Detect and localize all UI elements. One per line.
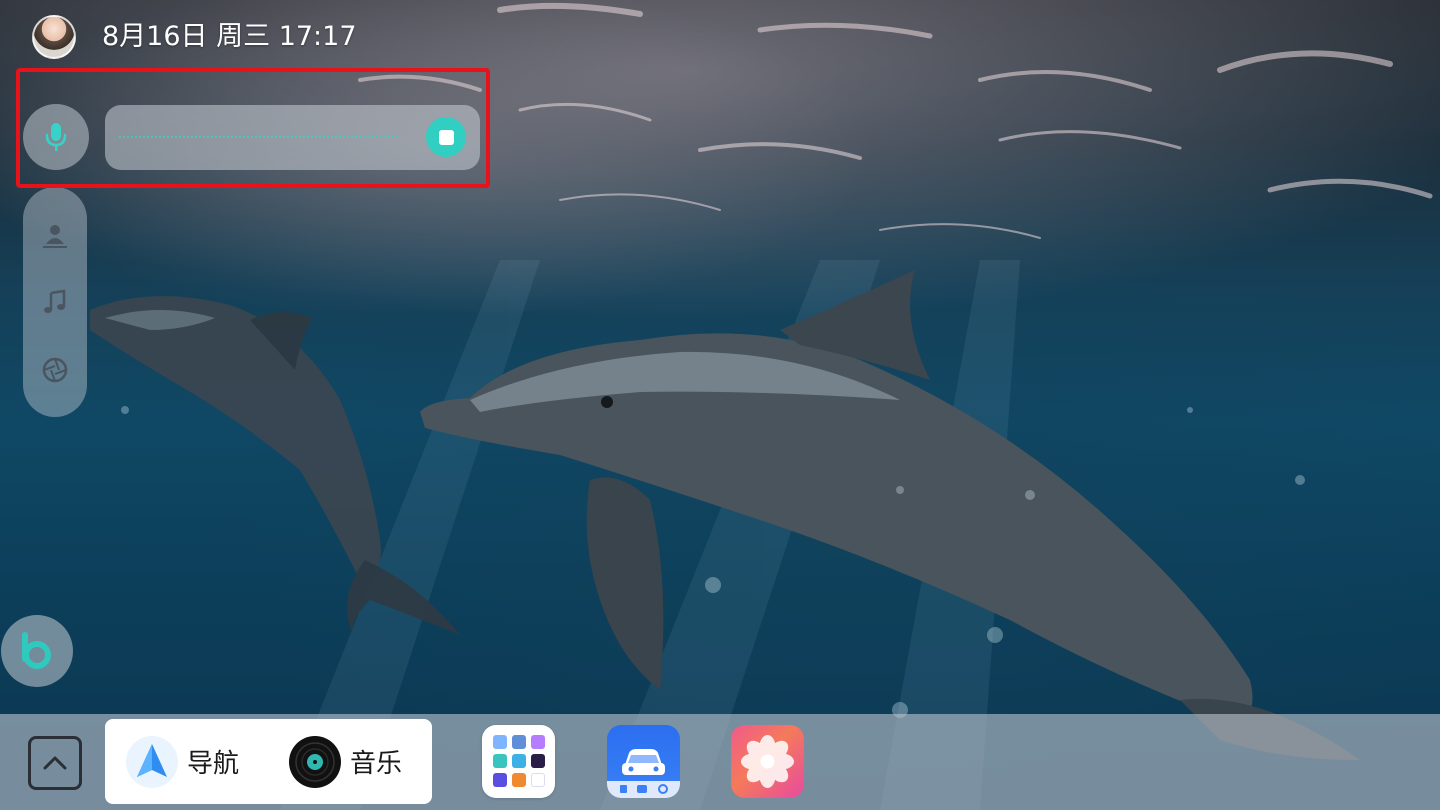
- waveform-dot: [171, 136, 173, 138]
- waveform-dot: [363, 136, 365, 138]
- waveform-dot: [279, 136, 281, 138]
- flower-icon: [741, 735, 794, 788]
- navigation-icon: [126, 735, 178, 788]
- waveform-dot: [195, 136, 197, 138]
- waveform-dot: [331, 136, 333, 138]
- waveform-dot: [259, 136, 261, 138]
- location-person-icon[interactable]: [41, 221, 69, 249]
- waveform-dot: [139, 136, 141, 138]
- waveform-dot: [379, 136, 381, 138]
- waveform-dot: [223, 136, 225, 138]
- waveform-dot: [143, 136, 145, 138]
- microphone-icon: [45, 123, 67, 151]
- waveform-dot: [207, 136, 209, 138]
- waveform-dot: [303, 136, 305, 138]
- waveform-dot: [375, 136, 377, 138]
- waveform-dot: [311, 136, 313, 138]
- waveform-dot: [319, 136, 321, 138]
- waveform-dot: [335, 136, 337, 138]
- voice-waveform: [119, 135, 399, 139]
- waveform-dot: [179, 136, 181, 138]
- waveform-dot: [187, 136, 189, 138]
- waveform-dot: [327, 136, 329, 138]
- waveform-dot: [355, 136, 357, 138]
- waveform-dot: [255, 136, 257, 138]
- waveform-dot: [211, 136, 213, 138]
- waveform-dot: [359, 136, 361, 138]
- waveform-dot: [131, 136, 133, 138]
- waveform-dot: [395, 136, 397, 138]
- waveform-dot: [155, 136, 157, 138]
- stop-icon: [438, 129, 454, 145]
- waveform-dot: [383, 136, 385, 138]
- waveform-dot: [235, 136, 237, 138]
- waveform-dot: [167, 136, 169, 138]
- waveform-dot: [323, 136, 325, 138]
- waveform-dot: [247, 136, 249, 138]
- waveform-dot: [295, 136, 297, 138]
- navigation-shortcut[interactable]: 导航: [125, 719, 239, 804]
- gallery-flower-icon[interactable]: [731, 725, 804, 798]
- waveform-dot: [219, 136, 221, 138]
- waveform-dot: [135, 136, 137, 138]
- waveform-dot: [183, 136, 185, 138]
- shortcut-card: 导航 音乐: [105, 719, 432, 804]
- side-shortcut-rail: [23, 187, 87, 417]
- waveform-dot: [347, 136, 349, 138]
- waveform-dot: [287, 136, 289, 138]
- waveform-dot: [239, 136, 241, 138]
- waveform-dot: [119, 136, 121, 138]
- waveform-dot: [351, 136, 353, 138]
- voice-input-bar: [105, 105, 480, 170]
- user-avatar[interactable]: [32, 15, 76, 59]
- waveform-dot: [127, 136, 129, 138]
- waveform-dot: [203, 136, 205, 138]
- waveform-dot: [147, 136, 149, 138]
- waveform-dot: [159, 136, 161, 138]
- waveform-dot: [299, 136, 301, 138]
- app-grid-icon[interactable]: [482, 725, 555, 798]
- car-icon: [607, 749, 680, 798]
- waveform-dot: [367, 136, 369, 138]
- camera-shutter-icon[interactable]: [41, 356, 69, 384]
- music-disc-icon: [289, 735, 341, 788]
- waveform-dot: [339, 136, 341, 138]
- waveform-dot: [123, 136, 125, 138]
- waveform-dot: [275, 136, 277, 138]
- waveform-dot: [243, 136, 245, 138]
- waveform-dot: [271, 136, 273, 138]
- navigation-label: 导航: [187, 749, 240, 779]
- assistant-b-icon: [22, 632, 51, 669]
- waveform-dot: [191, 136, 193, 138]
- stop-button[interactable]: [426, 117, 466, 157]
- waveform-dot: [391, 136, 393, 138]
- waveform-dot: [231, 136, 233, 138]
- waveform-dot: [163, 136, 165, 138]
- microphone-button[interactable]: [23, 104, 89, 170]
- waveform-dot: [151, 136, 153, 138]
- chevron-up-icon: [43, 756, 67, 770]
- music-shortcut[interactable]: 音乐: [288, 719, 402, 804]
- car-control-icon[interactable]: [607, 725, 680, 798]
- waveform-dot: [343, 136, 345, 138]
- home-screen: 8月16日 周三 17:17 导航 音乐: [0, 0, 1440, 810]
- waveform-dot: [387, 136, 389, 138]
- waveform-dot: [175, 136, 177, 138]
- waveform-dot: [371, 136, 373, 138]
- music-label: 音乐: [350, 749, 403, 779]
- waveform-dot: [199, 136, 201, 138]
- waveform-dot: [283, 136, 285, 138]
- assistant-button[interactable]: [1, 615, 73, 687]
- waveform-dot: [315, 136, 317, 138]
- waveform-dot: [307, 136, 309, 138]
- waveform-dot: [215, 136, 217, 138]
- waveform-dot: [267, 136, 269, 138]
- waveform-dot: [251, 136, 253, 138]
- expand-dock-button[interactable]: [28, 736, 82, 790]
- waveform-dot: [263, 136, 265, 138]
- waveform-dot: [291, 136, 293, 138]
- music-note-icon[interactable]: [41, 288, 69, 316]
- date-time-label: 8月16日 周三 17:17: [102, 21, 357, 52]
- waveform-dot: [227, 136, 229, 138]
